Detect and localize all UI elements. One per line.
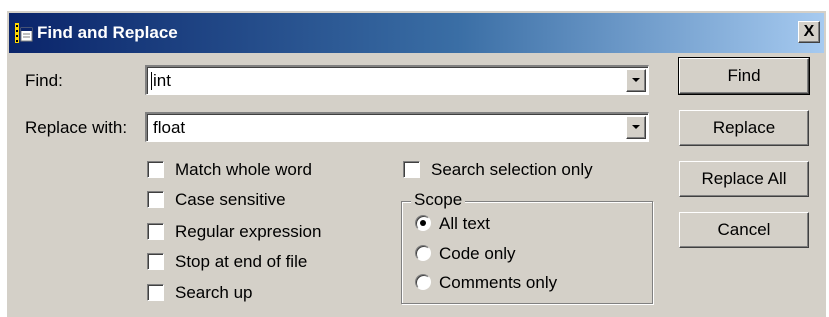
checkbox[interactable] [147,191,164,208]
replace-input[interactable]: float [153,118,185,138]
checkbox[interactable] [147,161,164,178]
find-dropdown-button[interactable] [626,69,646,92]
option-label: Match whole word [175,160,313,179]
scope-label: Scope [411,189,466,211]
find-replace-dialog: Find and Replace X Find: int Replace wit… [6,10,826,317]
option-label: Stop at end of file [175,252,308,271]
replace-label: Replace with: [25,118,128,137]
radio-button[interactable] [415,274,431,290]
replace-button[interactable]: Replace [679,110,809,146]
replace-dropdown-button[interactable] [626,116,646,139]
app-icon [15,23,33,43]
text-cursor [151,72,152,90]
option-label: Regular expression [175,222,322,241]
find-input[interactable]: int [153,71,171,91]
find-button[interactable]: Find [678,57,810,95]
find-label: Find: [25,71,63,90]
radio-button[interactable] [415,215,431,231]
find-combobox[interactable]: int [145,65,649,95]
checkbox[interactable] [147,223,164,240]
scope-option-label: All text [439,214,491,233]
close-icon: X [803,23,815,40]
window-title: Find and Replace [37,23,178,42]
scope-option-label: Comments only [439,273,558,292]
chevron-down-icon [632,125,640,129]
cancel-button[interactable]: Cancel [679,212,809,248]
replace-combobox[interactable]: float [145,112,649,142]
replace-all-button[interactable]: Replace All [679,161,809,197]
radio-button[interactable] [415,245,431,261]
title-bar[interactable]: Find and Replace X [9,13,824,53]
option-label: Search selection only [431,160,593,179]
radio-selected-dot [420,220,426,226]
checkbox[interactable] [403,161,420,178]
option-label: Case sensitive [175,190,286,209]
close-button[interactable]: X [798,21,820,43]
scope-option-label: Code only [439,244,516,263]
chevron-down-icon [632,78,640,82]
checkbox[interactable] [147,284,164,301]
checkbox[interactable] [147,253,164,270]
option-label: Search up [175,283,253,302]
